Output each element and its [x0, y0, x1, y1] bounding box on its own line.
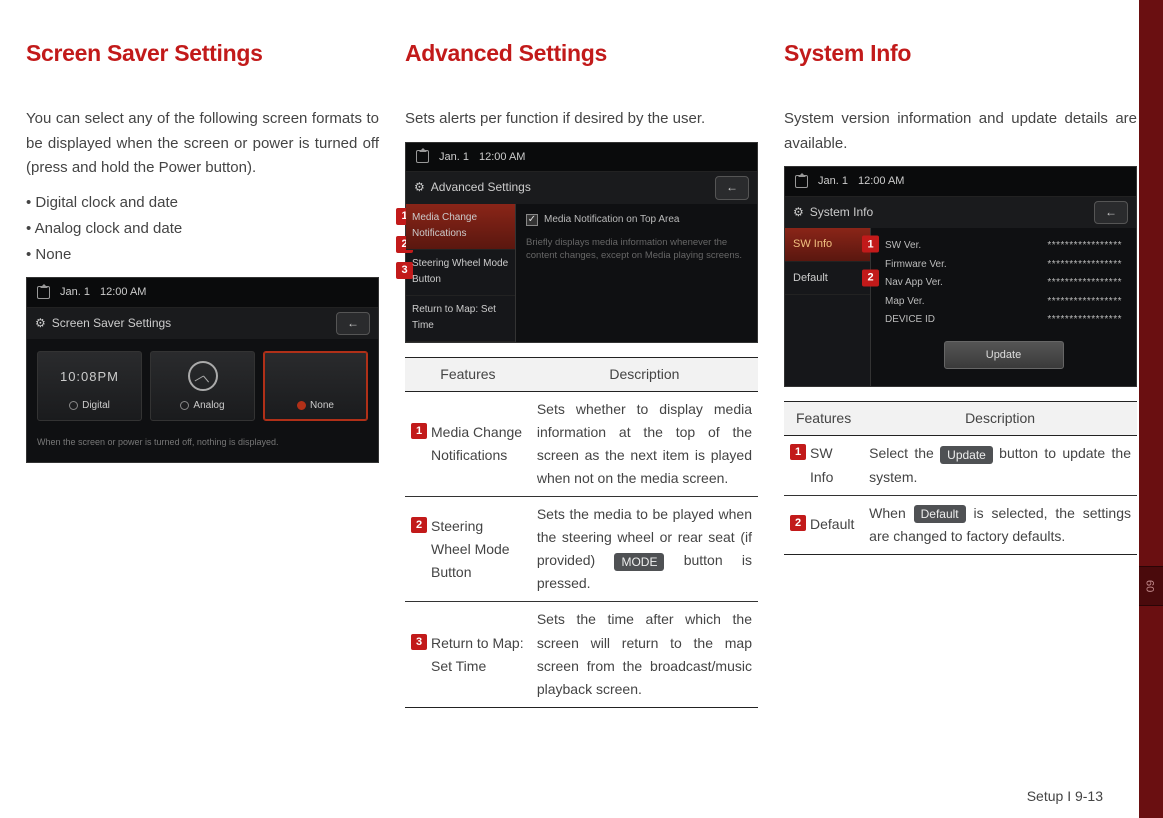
- screenshot-screen-saver: Jan. 1 12:00 AM Screen Saver Settings 10…: [26, 277, 379, 463]
- update-button-label: Update: [940, 446, 993, 464]
- list-item: None: [26, 243, 379, 268]
- home-icon: [795, 175, 808, 188]
- feature-desc: When Default is selected, the settings a…: [863, 495, 1137, 554]
- option-analog: Analog: [150, 351, 255, 421]
- side-item: Media Change Notifications: [406, 204, 515, 250]
- th-description: Description: [531, 357, 758, 391]
- option-none: None: [263, 351, 368, 421]
- field-value: [1047, 294, 1122, 311]
- field-label: DEVICE ID: [885, 312, 935, 329]
- page-edge-strip: [1139, 0, 1163, 818]
- feature-name: Default: [810, 513, 854, 536]
- settings-title: System Info: [793, 203, 873, 223]
- field-value: [1047, 257, 1122, 274]
- th-features: Features: [405, 357, 531, 391]
- callout-badge: 2: [411, 517, 427, 533]
- page-footer: Setup I 9-13: [1027, 785, 1103, 808]
- option-digital: 10:08PM Digital: [37, 351, 142, 421]
- system-side-list: SW Info1 Default2: [785, 228, 871, 386]
- checkbox-label: Media Notification on Top Area: [544, 212, 679, 229]
- screenshot-advanced: Jan. 1 12:00 AM Advanced Settings 1 2 3 …: [405, 142, 758, 343]
- field-label: SW Ver.: [885, 238, 921, 255]
- table-row: 3Return to Map: Set Time Sets the time a…: [405, 602, 758, 707]
- callout-badge: 1: [790, 444, 806, 460]
- default-button-label: Default: [914, 505, 966, 523]
- home-icon: [416, 150, 429, 163]
- status-date: Jan. 1: [818, 172, 848, 190]
- field-value: [1047, 238, 1122, 255]
- page-edge-tab: 09: [1139, 566, 1163, 606]
- back-icon: [336, 312, 370, 336]
- feature-desc: Sets whether to display media informatio…: [531, 391, 758, 496]
- column-system-info: System Info System version information a…: [784, 35, 1137, 708]
- callout-badge: 2: [790, 515, 806, 531]
- intro-screen-saver: You can select any of the following scre…: [26, 107, 379, 181]
- feature-name: Steering Wheel Mode Button: [431, 515, 525, 584]
- checkbox-subtext: Briefly displays media information whene…: [526, 236, 747, 263]
- clock-icon: [188, 361, 218, 391]
- th-features: Features: [784, 402, 863, 436]
- side-item: Steering Wheel Mode Button: [406, 250, 515, 296]
- status-date: Jan. 1: [439, 148, 469, 166]
- heading-advanced: Advanced Settings: [405, 35, 758, 73]
- mode-button-label: MODE: [614, 553, 664, 571]
- home-icon: [37, 286, 50, 299]
- screenshot-system-info: Jan. 1 12:00 AM System Info SW Info1 Def…: [784, 166, 1137, 387]
- feature-desc: Sets the time after which the screen wil…: [531, 602, 758, 707]
- status-date: Jan. 1: [60, 283, 90, 301]
- back-icon: [715, 176, 749, 200]
- heading-system-info: System Info: [784, 35, 1137, 73]
- intro-system-info: System version information and update de…: [784, 107, 1137, 157]
- side-item: SW Info1: [785, 228, 870, 261]
- system-feature-table: FeaturesDescription 1SW Info Select the …: [784, 401, 1137, 554]
- th-description: Description: [863, 402, 1137, 436]
- settings-title: Advanced Settings: [414, 178, 531, 198]
- advanced-feature-table: FeaturesDescription 1Media Change Notifi…: [405, 357, 758, 708]
- callout-badge: 3: [411, 634, 427, 650]
- field-value: [1047, 275, 1122, 292]
- screen-saver-note: When the screen or power is turned off, …: [37, 435, 368, 450]
- status-time: 12:00 AM: [100, 283, 146, 301]
- checkbox-row: Media Notification on Top Area: [526, 212, 747, 229]
- back-icon: [1094, 201, 1128, 225]
- intro-advanced: Sets alerts per function if desired by t…: [405, 107, 758, 132]
- status-time: 12:00 AM: [479, 148, 525, 166]
- field-label: Firmware Ver.: [885, 257, 947, 274]
- heading-screen-saver: Screen Saver Settings: [26, 35, 379, 73]
- side-item: Default2: [785, 262, 870, 295]
- callout-badge-2: 2: [862, 269, 879, 286]
- callout-badge: 1: [411, 423, 427, 439]
- feature-name: Return to Map: Set Time: [431, 632, 525, 678]
- feature-name: Media Change Notifications: [431, 421, 525, 467]
- column-screen-saver: Screen Saver Settings You can select any…: [26, 35, 379, 708]
- field-label: Map Ver.: [885, 294, 924, 311]
- table-row: 2Steering Wheel Mode Button Sets the med…: [405, 497, 758, 602]
- table-row: 1Media Change Notifications Sets whether…: [405, 391, 758, 496]
- status-time: 12:00 AM: [858, 172, 904, 190]
- table-row: 2Default When Default is selected, the s…: [784, 495, 1137, 554]
- advanced-side-list: 1 2 3 Media Change Notifications Steerin…: [406, 204, 516, 342]
- field-value: [1047, 312, 1122, 329]
- feature-desc: Select the Update button to update the s…: [863, 436, 1137, 495]
- field-label: Nav App Ver.: [885, 275, 943, 292]
- settings-title: Screen Saver Settings: [35, 314, 171, 334]
- table-row: 1SW Info Select the Update button to upd…: [784, 436, 1137, 495]
- screen-saver-options-list: Digital clock and date Analog clock and …: [26, 191, 379, 267]
- list-item: Analog clock and date: [26, 217, 379, 242]
- side-item: Return to Map: Set Time: [406, 296, 515, 342]
- column-advanced: Advanced Settings Sets alerts per functi…: [405, 35, 758, 708]
- callout-badge-1: 1: [862, 236, 879, 253]
- feature-name: SW Info: [810, 442, 857, 488]
- update-button: Update: [944, 341, 1064, 369]
- list-item: Digital clock and date: [26, 191, 379, 216]
- checkbox-icon: [526, 214, 538, 226]
- feature-desc: Sets the media to be played when the ste…: [531, 497, 758, 602]
